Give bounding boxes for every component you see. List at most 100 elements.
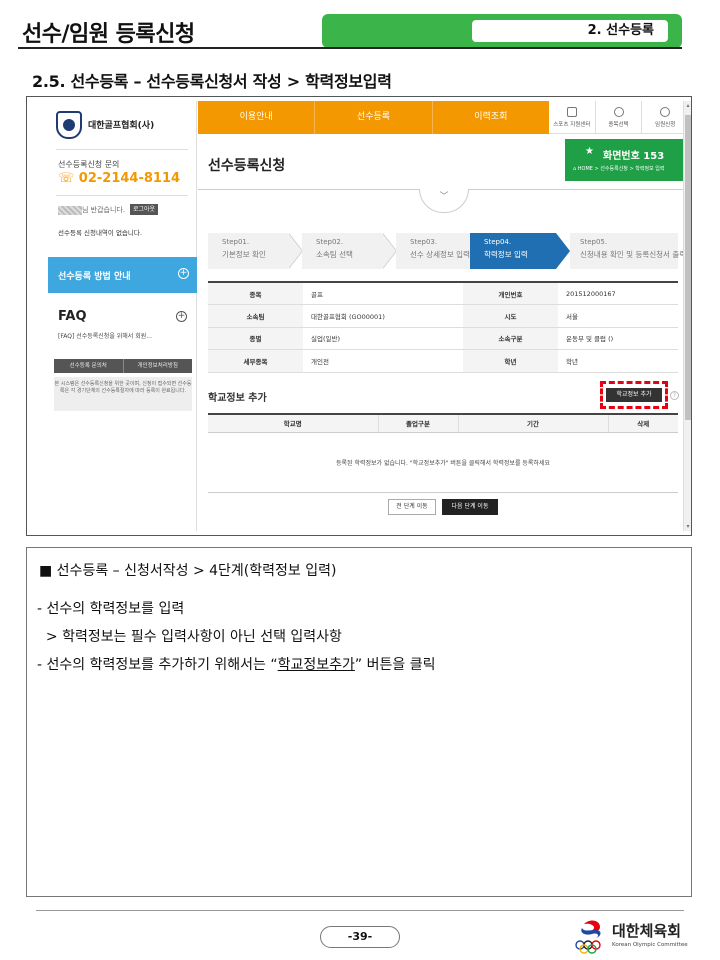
- screenshot-content: 대한골프협회(사) 선수등록신청 문의 ☏ 02-2144-8114 님 반갑습…: [48, 101, 690, 531]
- collapse-chevron-down-icon[interactable]: ﹀: [419, 189, 469, 213]
- link-registration-inquiry[interactable]: 선수등록 문의처: [54, 359, 123, 373]
- util-official-apply[interactable]: 임원신청: [641, 101, 688, 133]
- scroll-thumb[interactable]: [685, 115, 691, 420]
- system-notice: 본 시스템은 선수등록신청을 위한 곳이며, 신청이 접수되면 선수등록은 각 …: [54, 377, 192, 411]
- nav-item-usage-guide[interactable]: 이용안내: [198, 101, 314, 134]
- table-row: 등록된 학력정보가 없습니다. "학교정보추가" 버튼을 클릭해서 학력정보를 …: [208, 432, 678, 493]
- step-2: Step02. 소속팀 선택: [302, 233, 382, 269]
- greeting: 님 반갑습니다.: [58, 205, 125, 215]
- faq-more-plus-icon[interactable]: +: [176, 311, 187, 322]
- school-info-heading: 학교정보 추가: [208, 393, 267, 404]
- step-5: Step05. 신청내용 확인 및 등록신청서 출력: [570, 233, 687, 269]
- help-icon[interactable]: ?: [670, 391, 679, 400]
- table-row: 종별 실업(일반) 소속구분 운동부 및 클럽 (): [208, 327, 678, 350]
- logout-button[interactable]: 로그아웃: [130, 204, 158, 215]
- info-value: 운동부 및 클럽 (): [558, 327, 678, 350]
- inquiry-label: 선수등록신청 문의: [58, 160, 120, 169]
- step-4-label: 학력정보 입력: [484, 250, 528, 259]
- korean-olympic-committee-logo: 대한체육회 Korean Olympic Committee: [572, 916, 690, 956]
- scroll-up-arrow-icon[interactable]: ▴: [684, 102, 691, 109]
- school-empty-message: 등록된 학력정보가 없습니다. "학교정보추가" 버튼을 클릭해서 학력정보를 …: [208, 432, 678, 493]
- user-icon: [660, 107, 671, 117]
- util-support-center[interactable]: 스포츠 지원센터: [549, 101, 595, 133]
- step-5-label: 신청내용 확인 및 등록신청서 출력: [580, 250, 687, 259]
- step-1-num: Step01.: [222, 238, 250, 246]
- section-heading: 2.5. 선수등록 – 선수등록신청서 작성 > 학력정보입력: [32, 72, 392, 91]
- main-nav: 이용안내 선수등록 이력조회: [198, 101, 549, 134]
- info-value: 실업(일반): [303, 327, 463, 350]
- info-value: 서울: [558, 304, 678, 328]
- sidebar-divider: [56, 195, 188, 196]
- star-icon: ★: [585, 146, 594, 157]
- inquiry-phone: ☏ 02-2144-8114: [58, 171, 181, 186]
- plus-icon: +: [178, 268, 189, 279]
- breadcrumb: ⌂ HOME > 선수등록신청 > 학력정보 입력: [573, 166, 665, 172]
- add-school-button[interactable]: 학교정보 추가: [606, 388, 662, 402]
- util-sport-select[interactable]: 종목선택: [594, 101, 642, 133]
- info-value: 대한골프협회 (GO00001): [303, 304, 463, 328]
- scroll-down-arrow-icon[interactable]: ▾: [684, 523, 691, 530]
- next-step-button[interactable]: 다음 단계 이동: [442, 499, 498, 515]
- info-value: 학년: [558, 349, 678, 373]
- vertical-scrollbar[interactable]: ▴ ▾: [683, 101, 691, 531]
- util-support-center-label: 스포츠 지원센터: [553, 122, 591, 128]
- prev-step-button[interactable]: 전 단계 이동: [388, 499, 436, 515]
- school-table-header: 학교명 졸업구분 기간 삭제: [208, 414, 678, 433]
- screenshot-frame: 대한골프협회(사) 선수등록신청 문의 ☏ 02-2144-8114 님 반갑습…: [26, 96, 692, 536]
- info-label: 종목: [208, 282, 303, 305]
- document-title: 선수/임원 등록신청: [22, 22, 195, 47]
- description-box: ■ 선수등록 – 신청서작성 > 4단계(학력정보 입력) - 선수의 학력정보…: [26, 547, 692, 897]
- nav-item-player-registration[interactable]: 선수등록: [314, 101, 431, 134]
- col-school-name: 학교명: [208, 414, 378, 433]
- utility-menu: 스포츠 지원센터 종목선택 임원신청: [549, 101, 688, 134]
- golf-association-emblem-icon: [56, 111, 82, 139]
- org-name: 대한골프협회(사): [88, 121, 155, 131]
- table-row: 소속팀 대한골프협회 (GO00001) 시도 서울: [208, 304, 678, 328]
- faq-item[interactable]: [FAQ] 선수등록신청을 위해서 회원...: [58, 331, 188, 340]
- nav-item-history-lookup[interactable]: 이력조회: [431, 101, 549, 134]
- col-delete: 삭제: [607, 414, 678, 433]
- page-title: 선수등록신청: [208, 158, 286, 174]
- logo-subtitle: Korean Olympic Committee: [612, 942, 688, 948]
- application-empty-message: 선수등록 신청내역이 없습니다.: [58, 229, 142, 237]
- description-line-3: - 선수의 학력정보를 추가하기 위해서는 “학교정보추가” 버튼을 클릭: [37, 654, 435, 674]
- masked-username: [58, 205, 82, 215]
- step-4-active: Step04. 학력정보 입력: [470, 233, 556, 269]
- info-label: 소속팀: [208, 304, 303, 328]
- step-4-num: Step04.: [484, 238, 512, 246]
- org-logo[interactable]: 대한골프협회(사): [56, 109, 186, 143]
- header-divider: [18, 47, 682, 49]
- description-line-1: - 선수의 학력정보를 입력: [37, 601, 185, 617]
- inquiry-phone-number: 02-2144-8114: [78, 171, 181, 186]
- step-3-num: Step03.: [410, 238, 438, 246]
- faq-heading: FAQ: [58, 309, 87, 324]
- col-graduation-status: 졸업구분: [377, 414, 458, 433]
- screen-number-badge: ★ 화면번호 153 ⌂ HOME > 선수등록신청 > 학력정보 입력: [565, 139, 690, 181]
- col-period: 기간: [457, 414, 608, 433]
- step-1: Step01. 기본정보 확인: [208, 233, 288, 269]
- table-row: 종목 골프 개인번호 201512000167: [208, 282, 678, 305]
- info-value: 201512000167: [558, 282, 678, 305]
- olympic-rings-logo-icon: [575, 920, 601, 954]
- util-sport-select-label: 종목선택: [608, 122, 629, 128]
- info-value: 개인전: [303, 349, 463, 373]
- description-line-3-pre: - 선수의 학력정보를 추가하기 위해서는 “: [37, 657, 278, 673]
- footer-divider: [36, 910, 684, 911]
- table-row: 세부종목 개인전 학년 학년: [208, 349, 678, 373]
- info-label: 소속구분: [463, 327, 558, 350]
- link-privacy-policy[interactable]: 개인정보처리방침: [122, 359, 193, 373]
- logo-name: 대한체육회: [612, 922, 682, 940]
- sidebar-divider: [56, 149, 188, 150]
- breadcrumb-text: HOME > 선수등록신청 > 학력정보 입력: [577, 166, 665, 172]
- info-value: 골프: [303, 282, 463, 305]
- step-5-num: Step05.: [580, 238, 608, 246]
- description-line-3-post: ” 버튼을 클릭: [354, 657, 436, 673]
- screen-number: 화면번호 153: [603, 151, 665, 162]
- description-title: ■ 선수등록 – 신청서작성 > 4단계(학력정보 입력): [39, 563, 337, 579]
- info-label: 시도: [463, 304, 558, 328]
- chapter-tag-label: 2. 선수등록: [472, 20, 668, 42]
- registration-guide-link[interactable]: 선수등록 방법 안내 +: [48, 257, 197, 293]
- school-table: 학교명 졸업구분 기간 삭제 등록된 학력정보가 없습니다. "학교정보추가" …: [208, 413, 678, 493]
- registration-guide-label: 선수등록 방법 안내: [58, 272, 131, 282]
- sidebar-links: 선수등록 문의처 개인정보처리방침: [54, 359, 192, 373]
